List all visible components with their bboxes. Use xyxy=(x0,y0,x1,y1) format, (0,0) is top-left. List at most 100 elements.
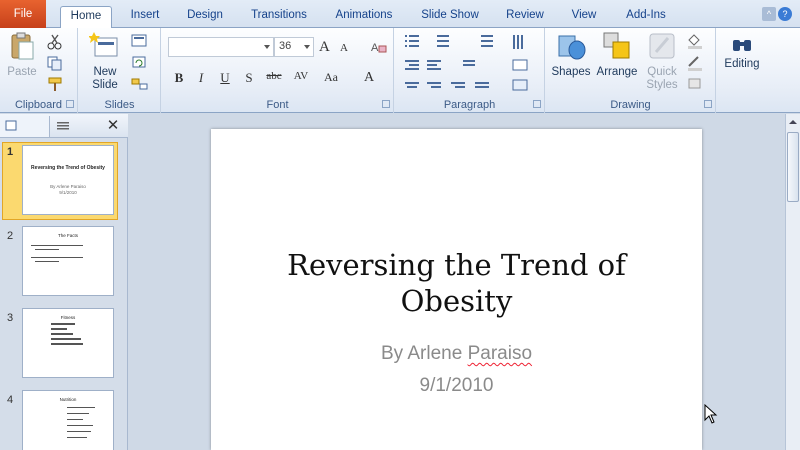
reset-icon[interactable] xyxy=(131,55,149,71)
shapes-label: Shapes xyxy=(551,66,591,78)
quick-styles-label-2: Styles xyxy=(646,79,678,91)
editing-label: Editing xyxy=(724,58,760,70)
paragraph-group-label: Paragraph xyxy=(443,99,496,111)
drawing-group-label: Drawing xyxy=(610,99,651,111)
slide-editing-area[interactable]: Reversing the Trend of Obesity By Arlene… xyxy=(129,114,785,450)
help-icon[interactable]: ? xyxy=(778,7,792,21)
shadow-button[interactable]: S xyxy=(240,70,258,86)
slide-number: 4 xyxy=(7,394,14,406)
tab-slides-thumbnails[interactable] xyxy=(0,116,50,137)
italic-button[interactable]: I xyxy=(192,70,210,86)
bold-button[interactable]: B xyxy=(170,70,188,86)
drawing-launcher[interactable] xyxy=(704,100,712,108)
tab-addins[interactable]: Add-Ins xyxy=(618,6,674,28)
tab-transitions[interactable]: Transitions xyxy=(244,6,314,28)
ribbon: Paste Clipboard New Slide Slides 36 A A … xyxy=(0,28,800,113)
new-slide-label-1: New xyxy=(93,66,117,78)
slide-title[interactable]: Reversing the Trend of Obesity xyxy=(211,247,702,319)
format-painter-icon[interactable] xyxy=(46,76,64,92)
new-slide-icon xyxy=(89,32,118,57)
shape-effects-icon[interactable] xyxy=(686,76,704,92)
window-help-controls: ^? xyxy=(760,7,796,23)
editing-button[interactable]: Editing xyxy=(719,34,765,71)
scroll-up-icon[interactable] xyxy=(787,116,799,128)
thumbnail-line xyxy=(67,413,89,414)
tab-animations[interactable]: Animations xyxy=(327,6,401,28)
paragraph-controls-icon[interactable] xyxy=(403,32,539,92)
tab-insert[interactable]: Insert xyxy=(122,6,168,28)
arrange-icon xyxy=(603,32,630,59)
tab-review[interactable]: Review xyxy=(500,6,550,28)
clipboard-launcher[interactable] xyxy=(66,100,74,108)
thumbnail-line xyxy=(51,328,67,330)
thumbnail-canvas: Fitness xyxy=(22,308,114,378)
tab-home[interactable]: Home xyxy=(60,6,112,29)
grow-font-button[interactable]: A xyxy=(319,39,330,56)
thumbnail-line xyxy=(67,437,87,438)
slide-thumbnail-2[interactable]: 2 The Facts xyxy=(0,226,120,302)
ribbon-tab-row: File Home Insert Design Transitions Anim… xyxy=(0,0,800,29)
scrollbar-thumb[interactable] xyxy=(787,132,799,202)
tab-slideshow[interactable]: Slide Show xyxy=(416,6,484,28)
new-slide-label-2: Slide xyxy=(92,79,118,91)
arrange-button[interactable]: Arrange xyxy=(594,30,640,79)
current-slide[interactable]: Reversing the Trend of Obesity By Arlene… xyxy=(211,129,702,450)
thumbnail-line xyxy=(35,261,59,262)
change-case-button[interactable]: Aa xyxy=(320,70,342,85)
copy-icon[interactable] xyxy=(46,55,64,71)
char-spacing-button[interactable]: AV xyxy=(290,70,312,82)
slide-thumbnail-3[interactable]: 3 Fitness xyxy=(0,308,120,384)
arrange-label: Arrange xyxy=(596,66,638,78)
shrink-font-button[interactable]: A xyxy=(340,42,348,54)
paragraph-launcher[interactable] xyxy=(533,100,541,108)
slide-subtitle[interactable]: By Arlene Paraiso xyxy=(211,343,702,365)
font-launcher[interactable] xyxy=(382,100,390,108)
tab-view[interactable]: View xyxy=(564,6,604,28)
tab-file[interactable]: File xyxy=(0,0,46,28)
group-editing: Editing xyxy=(717,28,767,113)
quick-styles-label-1: Quick xyxy=(647,66,677,78)
shapes-button[interactable]: Shapes xyxy=(550,30,592,79)
paste-label: Paste xyxy=(7,66,37,78)
svg-text:A: A xyxy=(371,42,379,54)
slide-number: 3 xyxy=(7,312,14,324)
panel-tabs: ✕ xyxy=(0,114,128,138)
section-icon[interactable] xyxy=(131,76,149,92)
new-slide-button[interactable]: New Slide xyxy=(85,30,125,92)
clear-formatting-icon[interactable]: A xyxy=(370,38,388,56)
font-size-value: 36 xyxy=(279,40,292,52)
thumbnail-date: 9/1/2010 xyxy=(59,190,77,195)
thumbnail-line xyxy=(51,338,81,340)
slide-date[interactable]: 9/1/2010 xyxy=(211,375,702,397)
tab-design[interactable]: Design xyxy=(180,6,230,28)
font-color-button[interactable]: A xyxy=(360,70,378,86)
slide-thumbnail-1[interactable]: 1 Reversing the Trend of Obesity By Arle… xyxy=(0,142,120,222)
vertical-scrollbar[interactable] xyxy=(785,114,800,450)
thumbnail-line xyxy=(35,249,59,250)
close-icon[interactable]: ✕ xyxy=(104,117,122,135)
tab-outline[interactable] xyxy=(50,116,102,137)
outline-tab-icon xyxy=(57,122,69,130)
thumbnail-canvas: The Facts xyxy=(22,226,114,296)
paste-icon xyxy=(11,32,34,60)
minimize-ribbon-icon[interactable]: ^ xyxy=(762,7,776,21)
shape-outline-icon[interactable] xyxy=(686,55,704,71)
thumbnail-line xyxy=(51,323,75,325)
font-name-combo[interactable] xyxy=(168,37,274,57)
font-group-label: Font xyxy=(266,99,289,111)
font-size-combo[interactable]: 36 xyxy=(274,37,314,57)
slides-panel: ✕ 1 Reversing the Trend of Obesity By Ar… xyxy=(0,114,128,450)
binoculars-icon xyxy=(733,40,751,51)
shape-fill-icon[interactable] xyxy=(686,33,704,49)
author-name-misspelled: Paraiso xyxy=(467,343,533,364)
slide-thumbnail-4[interactable]: 4 Nutrition xyxy=(0,390,120,450)
thumbnail-line xyxy=(67,425,93,426)
paste-button[interactable]: Paste xyxy=(4,30,40,79)
cut-icon[interactable] xyxy=(46,34,64,50)
layout-icon[interactable] xyxy=(131,33,149,49)
quick-styles-button[interactable]: Quick Styles xyxy=(642,30,682,92)
thumbnail-line xyxy=(51,333,73,335)
underline-button[interactable]: U xyxy=(216,70,234,86)
strikethrough-button[interactable]: abc xyxy=(262,70,286,82)
thumbnail-title: Reversing the Trend of Obesity xyxy=(31,165,105,171)
